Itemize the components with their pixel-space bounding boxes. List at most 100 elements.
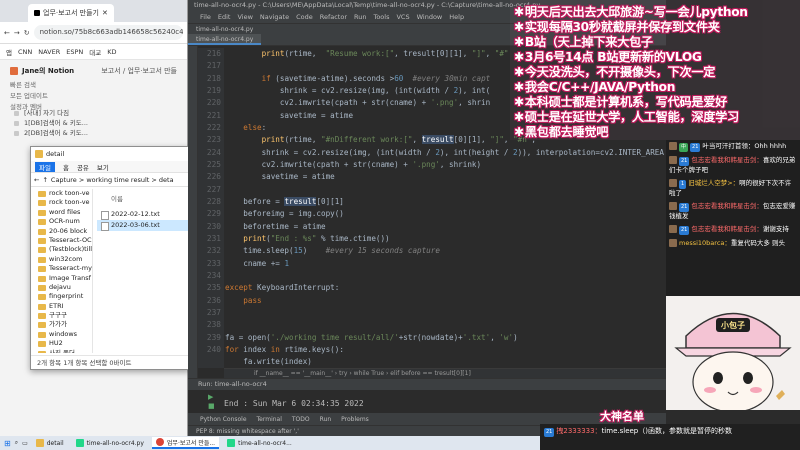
danmu-text: time.sleep（)函数，参数就是暂停的秒数 [601,427,732,435]
bookmark-item[interactable]: NAVER [38,48,60,56]
code-line: savetime = atime [225,172,335,182]
line-number: 236 [206,295,221,305]
browser-tab[interactable]: 업무·보고서 만들기 ✕ [28,4,114,22]
taskbar-item[interactable]: time-all-no-ocr4... [223,437,296,449]
menu-item-tools[interactable]: Tools [373,13,389,21]
bookmark-item[interactable]: 대교 [89,47,101,57]
page-item[interactable]: 1[DB]검색어 & 키도... [8,118,148,128]
nav-tree-item[interactable]: fingerprint [31,292,92,301]
reload-icon[interactable]: ↻ [24,29,30,37]
editor-tab[interactable]: time-all-no-ocr4.py [188,34,262,45]
code-line: cname += 1 [225,258,290,268]
tool-window-button[interactable]: TODO [292,416,310,423]
taskbar: ⊞ ⌕ ▭ detail time-all-no-ocr4.py 업무·보고서 … [0,436,540,450]
task-view-icon[interactable]: ▭ [22,440,28,447]
close-icon[interactable]: ✕ [102,9,108,17]
chat-text: 谢谢支持 [762,225,789,233]
menu-item-run[interactable]: Run [354,13,366,21]
nav-tree-item[interactable]: 20-06 block [31,227,92,236]
chat-username[interactable]: 旧城烂人空梦>： [688,179,739,187]
file-item[interactable]: 2022-03-06.txt [97,220,189,231]
editor-breadcrumb[interactable]: if __name__ == '__main__' › try › while … [224,368,666,378]
menu-item-code[interactable]: Code [296,13,313,21]
nav-tree-item[interactable]: Tesseract-OC [31,236,92,245]
level-badge: 21 [679,203,690,212]
nav-tree-item[interactable]: Image Transf [31,274,92,283]
taskbar-item[interactable]: detail [32,437,68,449]
tool-window-button[interactable]: Run [320,416,332,423]
rerun-icon[interactable]: ▶ ■ [208,393,218,411]
workspace-name: Jane의 Notion [22,67,75,75]
forward-icon[interactable]: → [14,29,20,37]
nav-tree-item[interactable]: ETRI [31,302,92,311]
taskbar-item[interactable]: 업무·보고서 만들... [151,437,220,449]
chat-username[interactable]: messi10barca： [679,239,731,247]
menu-item-edit[interactable]: Edit [218,13,231,21]
chat-username[interactable]: 包志宏看我和韩星击剑： [691,225,763,233]
bookmark-item[interactable]: KD [107,48,116,56]
nav-tree-item[interactable]: windows [31,330,92,339]
up-icon[interactable]: ↑ [42,176,47,184]
menu-item-refactor[interactable]: Refactor [320,13,347,21]
column-header-name[interactable]: 이름 [97,193,189,203]
explorer-path-bar[interactable]: ← ↑ Capture > working time result > deta [31,173,189,187]
chat-username[interactable]: 包志宏看我和韩星击剑： [691,202,763,210]
nav-tree-item[interactable]: word files [31,208,92,217]
bookmark-item[interactable]: CNN [18,48,32,56]
taskbar-item[interactable]: time-all-no-ocr4.py [72,437,148,449]
danmu-username[interactable]: 拽2333333： [556,427,601,435]
level-badge: 21 [690,143,701,152]
tool-window-button[interactable]: Terminal [257,416,282,423]
page-item[interactable]: [사내] 자기 다짐 [8,108,148,118]
nav-tree-item[interactable]: HU2 [31,339,92,348]
menu-item-view[interactable]: View [237,13,252,21]
nav-tree-item[interactable]: 가가가 [31,320,92,329]
menu-item-file[interactable]: File [200,13,211,21]
ribbon-tab-view[interactable]: 보기 [97,162,109,172]
line-number: 224 [206,147,221,157]
chrome-icon [155,438,164,446]
nav-tree-item[interactable]: rock toon-ve [31,189,92,198]
ribbon-tab-share[interactable]: 공유 [77,162,89,172]
project-tool-strip[interactable] [188,46,198,396]
url-field[interactable]: notion.so/75b8c663adb146658c56240c48a [33,25,183,40]
desktop-screen: 업무·보고서 만들기 ✕ ← → ↻ notion.so/75b8c663adb… [0,0,800,450]
bookmark-item[interactable]: 앱 [6,47,12,57]
file-item[interactable]: 2022-02-12.txt [97,209,189,220]
nav-tree-item[interactable]: 구구구 [31,311,92,320]
code-line: before = tresult[0][1] [225,196,344,206]
ribbon-tab-home[interactable]: 홈 [63,162,69,172]
tool-window-button[interactable]: Problems [341,416,369,423]
menu-item-vcs[interactable]: VCS [396,13,409,21]
bookmark-item[interactable]: ESPN [66,48,83,56]
nav-tree-item[interactable]: OCR-num [31,217,92,226]
windows-start-icon[interactable]: ⊞ [4,439,11,448]
live-chat-panel: 中 21 叶当可汗打首领：Ohh hhhh 21 包志宏看我和韩星击剑：喜欢的兄弟们卡… [666,140,800,296]
address-bar: ← → ↻ notion.so/75b8c663adb146658c56240c… [0,22,187,44]
search-icon[interactable]: ⌕ [15,439,18,447]
chat-message: 21 包志宏看我和韩星击剑：谢谢支持 [666,223,800,237]
workspace-switcher[interactable]: Jane의 Notion [10,66,74,76]
run-tab[interactable]: Run: time-all-no-ocr4 [188,379,666,390]
nav-tree-item[interactable]: rock toon-ve [31,198,92,207]
nav-tree-item[interactable]: dejavu [31,283,92,292]
avatar [669,225,677,233]
nav-tree-item[interactable]: win32com [31,255,92,264]
nav-tree-item[interactable]: 사진 폴더 [31,349,92,353]
back-icon[interactable]: ← [4,29,10,37]
back-icon[interactable]: ← [34,176,39,184]
sidebar-item-updates[interactable]: 모든 업데이트 [10,91,177,102]
menu-item-window[interactable]: Window [417,13,443,21]
sidebar-item-search[interactable]: 빠른 검색 [10,80,177,91]
page-item[interactable]: 2[DB]검색어 & 키도... [8,128,148,138]
tool-window-button[interactable]: Python Console [200,416,247,423]
ribbon-tab-file[interactable]: 파일 [35,161,55,172]
nav-tree-item[interactable]: (Testblock)till [31,245,92,254]
chat-username[interactable]: 包志宏看我和韩星击剑： [691,156,763,164]
code-line: time.sleep(15) #every 15 seconds capture [225,246,440,256]
nav-tree-item[interactable]: Tesseract-my [31,264,92,273]
breadcrumb[interactable]: 보고서 / 업무·보고서 만들 [101,66,177,76]
menu-item-navigate[interactable]: Navigate [260,13,289,21]
menu-item-help[interactable]: Help [449,13,464,21]
line-number: 229 [206,209,221,219]
